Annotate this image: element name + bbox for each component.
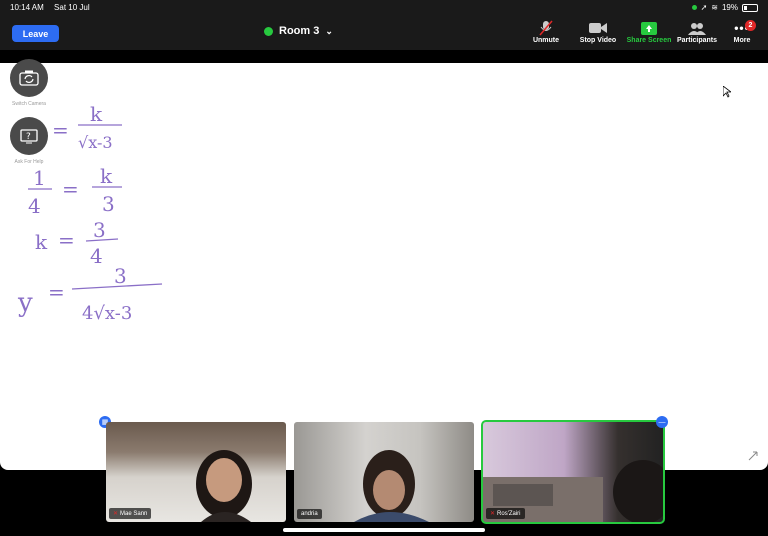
participants-icon (672, 19, 722, 37)
participant-video (196, 450, 252, 522)
eq1-equals: = (52, 118, 69, 142)
participant-name-tag: ✕ Ros'Zairi (486, 508, 525, 519)
notification-badge: 2 (745, 20, 756, 31)
eq2-rhs-num: k (100, 164, 113, 188)
battery-percent: 19% (721, 3, 738, 12)
eq2-lhs-den: 4 (28, 194, 41, 218)
participant-name: Mae Sann (120, 510, 148, 517)
muted-mic-icon (521, 19, 571, 37)
room-name: Room 3 (279, 25, 320, 37)
eq2-equals: = (62, 177, 79, 201)
chevron-down-icon: ⌄ (325, 25, 333, 36)
status-bar: 10:14 AM Sat 10 Jul ➚ ≋ 19% (0, 0, 768, 16)
shield-icon (264, 26, 273, 36)
switch-camera-label: Switch Camera (12, 101, 46, 107)
handwritten-equations: = k √x-3 1 4 = k 3 k = 3 4 y = 3 4√x-3 (17, 102, 163, 324)
more-button[interactable]: ••• More 2 (717, 19, 767, 44)
eq4-num: 3 (114, 264, 127, 288)
shared-whiteboard: = k √x-3 1 4 = k 3 k = 3 4 y = 3 4√x-3 S… (0, 59, 768, 470)
switch-camera-icon (19, 70, 39, 86)
ask-for-help-button[interactable]: ? (10, 117, 48, 155)
meeting-toolbar: Leave Room 3 ⌄ Unmute Stop Video Share S… (0, 16, 768, 50)
location-icon: ➚ (700, 3, 708, 12)
eq1-den: √x-3 (78, 133, 113, 152)
participant-name: Ros'Zairi (497, 510, 521, 517)
participant-tile-mae-sann[interactable]: ✕ Mae Sann (106, 422, 286, 522)
eq2-rhs-den: 3 (102, 192, 115, 216)
eq4-den: 4√x-3 (82, 303, 132, 324)
participants-label: Participants (676, 37, 718, 44)
more-label: More (733, 37, 751, 44)
participant-tile-andria[interactable]: andria (294, 422, 474, 522)
camera-indicator-icon (691, 5, 697, 10)
switch-camera-button[interactable] (10, 59, 48, 97)
leave-button[interactable]: Leave (12, 25, 59, 42)
share-screen-label: Share Screen (626, 37, 672, 44)
participant-name-tag: andria (297, 509, 322, 519)
stop-video-label: Stop Video (579, 37, 617, 44)
participant-video (354, 450, 429, 522)
unmute-label: Unmute (532, 37, 560, 44)
muted-mic-icon: ✕ (113, 511, 119, 517)
video-strip: ▦ ✕ Mae Sann andria ✕ Ros'Zairi — (0, 416, 768, 526)
participant-video (483, 460, 663, 522)
eq3-den: 4 (90, 244, 103, 268)
video-camera-icon (573, 19, 623, 37)
home-indicator[interactable] (283, 528, 485, 532)
help-question-icon: ? (20, 128, 38, 143)
participant-name-tag: ✕ Mae Sann (109, 508, 152, 519)
wifi-icon: ≋ (711, 3, 718, 12)
room-selector[interactable]: Room 3 ⌄ (264, 25, 333, 37)
mouse-cursor-icon (723, 86, 731, 98)
battery-icon (742, 3, 758, 12)
muted-mic-icon: ✕ (490, 511, 496, 517)
participant-tile-ros-zairi[interactable]: ✕ Ros'Zairi (481, 420, 665, 524)
eq4-equals: = (48, 280, 65, 304)
stop-video-button[interactable]: Stop Video (573, 19, 623, 44)
unmute-button[interactable]: Unmute (521, 19, 571, 44)
participants-button[interactable]: Participants (672, 19, 722, 44)
eq1-num: k (90, 102, 103, 126)
status-date: Sat 10 Jul (54, 3, 90, 12)
share-screen-icon (624, 19, 674, 37)
participant-name: andria (301, 511, 318, 517)
share-screen-button[interactable]: Share Screen (624, 19, 674, 44)
ask-for-help-label: Ask For Help (14, 159, 44, 165)
svg-text:?: ? (26, 132, 31, 142)
eq3-equals: = (58, 228, 75, 252)
more-dots-icon: ••• (734, 21, 750, 35)
eq3-num: 3 (93, 218, 106, 242)
eq4-lhs: y (17, 288, 33, 318)
eq2-lhs-num: 1 (33, 166, 46, 190)
collapse-strip-icon[interactable]: — (656, 416, 668, 428)
status-time: 10:14 AM (10, 3, 44, 12)
eq3-lhs: k (35, 230, 48, 254)
